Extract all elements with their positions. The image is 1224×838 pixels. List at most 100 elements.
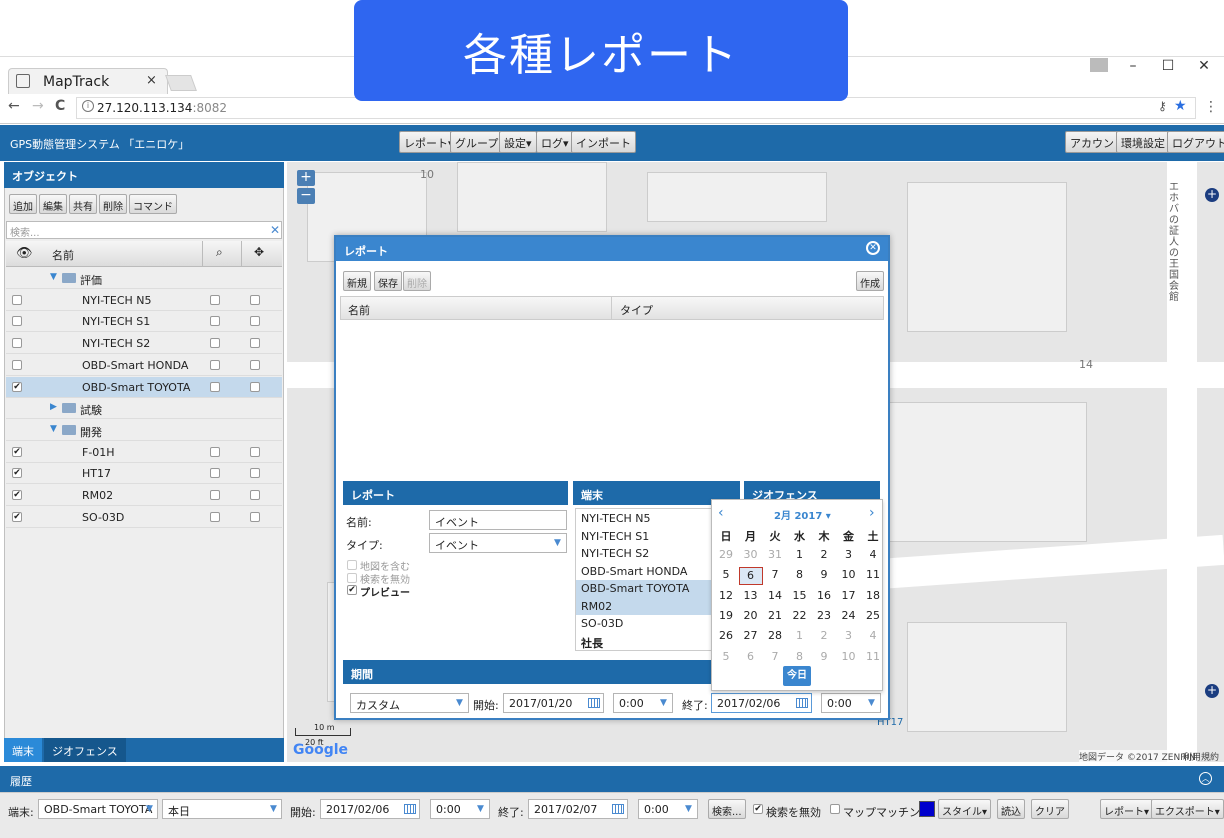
tree-item[interactable]: ✔ RM02	[6, 485, 282, 506]
calendar-day[interactable]: 4	[861, 628, 885, 646]
calendar-day[interactable]: 15	[788, 588, 812, 606]
tree-item[interactable]: ✔ F-01H	[6, 442, 282, 463]
calendar-day[interactable]: 22	[788, 608, 812, 626]
locate-checkbox[interactable]	[210, 511, 220, 522]
report-name-column[interactable]: 名前	[348, 302, 370, 318]
maximize-button[interactable]: ☐	[1158, 58, 1178, 74]
tree-folder[interactable]: ▶ 試験	[6, 398, 282, 420]
visibility-eye-icon[interactable]: 👁	[16, 246, 33, 261]
key-icon[interactable]: ⚷	[1158, 99, 1167, 113]
browser-tab[interactable]: MapTrack	[8, 68, 168, 94]
calendar-day[interactable]: 6	[738, 567, 763, 586]
visibility-checkbox[interactable]: ✔	[12, 381, 22, 392]
calendar-day[interactable]: 9	[812, 649, 836, 667]
new-tab-button[interactable]	[165, 75, 197, 91]
chevron-right-icon[interactable]: ▶	[50, 402, 57, 412]
calendar-icon[interactable]	[404, 804, 416, 814]
calendar-day[interactable]: 27	[739, 628, 763, 646]
edit-object-button[interactable]: 編集	[39, 194, 67, 214]
locate-search-icon[interactable]: ⌕	[216, 245, 223, 260]
forward-icon[interactable]: →	[32, 98, 44, 114]
tree-folder[interactable]: ▼ 評価	[6, 268, 282, 289]
calendar-icon[interactable]	[588, 698, 600, 708]
delete-object-button[interactable]: 削除	[99, 194, 127, 214]
tab-devices[interactable]: 端末	[4, 738, 42, 762]
tree-item[interactable]: ✔ OBD-Smart TOYOTA	[6, 376, 282, 398]
tab-close-icon[interactable]: ×	[146, 73, 157, 88]
new-report-button[interactable]: 新規	[343, 271, 371, 291]
tree-item[interactable]: OBD-Smart HONDA	[6, 355, 282, 376]
menu-import-button[interactable]: インポート	[571, 131, 636, 153]
today-button[interactable]: 今日	[783, 666, 811, 686]
history-search-button[interactable]: 検索...	[708, 799, 746, 819]
calendar-day[interactable]: 26	[714, 628, 738, 646]
map-terms-link[interactable]: 利用規約	[1183, 750, 1219, 762]
window-close-button[interactable]: ✕	[1194, 58, 1214, 74]
calendar-day[interactable]: 17	[837, 588, 861, 606]
visibility-checkbox[interactable]	[12, 294, 22, 305]
visibility-checkbox[interactable]	[12, 316, 22, 327]
menu-log-button[interactable]: ログ▾	[536, 131, 574, 153]
follow-checkbox[interactable]	[250, 338, 260, 349]
locate-checkbox[interactable]	[210, 468, 220, 479]
locate-checkbox[interactable]	[210, 446, 220, 457]
preview-checkbox[interactable]: ✔	[347, 585, 357, 595]
locate-checkbox[interactable]	[210, 294, 220, 305]
calendar-day[interactable]: 31	[763, 547, 787, 565]
menu-group-button[interactable]: グループ	[450, 131, 504, 153]
calendar-day[interactable]: 12	[714, 588, 738, 606]
calendar-day[interactable]: 10	[837, 567, 861, 585]
route-color-swatch[interactable]	[919, 801, 935, 817]
back-icon[interactable]: ←	[8, 98, 20, 114]
visibility-checkbox[interactable]: ✔	[12, 468, 22, 479]
visibility-checkbox[interactable]	[12, 338, 22, 349]
calendar-day[interactable]: 8	[788, 567, 812, 585]
locate-checkbox[interactable]	[210, 338, 220, 349]
menu-settings-button[interactable]: 設定▾	[499, 131, 537, 153]
calendar-day[interactable]: 19	[714, 608, 738, 626]
visibility-checkbox[interactable]: ✔	[12, 490, 22, 500]
calendar-day[interactable]: 20	[739, 608, 763, 626]
add-object-button[interactable]: 追加	[9, 194, 37, 214]
follow-checkbox[interactable]	[250, 468, 260, 479]
calendar-day[interactable]: 4	[861, 547, 885, 565]
calendar-day[interactable]: 11	[861, 649, 885, 667]
browser-menu-icon[interactable]: ⋮	[1204, 99, 1218, 115]
follow-checkbox[interactable]	[250, 294, 260, 305]
calendar-day[interactable]: 1	[788, 547, 812, 565]
follow-checkbox[interactable]	[250, 359, 260, 370]
calendar-day[interactable]: 3	[837, 547, 861, 565]
locate-checkbox[interactable]	[210, 359, 220, 370]
create-report-button[interactable]: 作成	[856, 271, 884, 291]
history-disable-search-checkbox[interactable]: ✔	[753, 804, 763, 814]
calendar-day[interactable]: 18	[861, 588, 885, 606]
follow-icon[interactable]: ✥	[254, 245, 264, 259]
tree-item[interactable]: NYI-TECH N5	[6, 290, 282, 311]
export-button[interactable]: エクスポート▾	[1151, 799, 1224, 819]
calendar-day[interactable]: 16	[812, 588, 836, 606]
calendar-day[interactable]: 5	[714, 649, 738, 667]
calendar-day[interactable]: 9	[812, 567, 836, 585]
chevron-down-icon[interactable]: ▼	[50, 272, 57, 282]
follow-checkbox[interactable]	[250, 490, 260, 500]
name-column-header[interactable]: 名前	[52, 247, 74, 263]
calendar-next-icon[interactable]: ›	[869, 505, 875, 521]
tree-folder[interactable]: ▼ 開発	[6, 420, 282, 441]
tree-item[interactable]: ✔ SO-03D	[6, 507, 282, 528]
search-clear-icon[interactable]: ✕	[270, 223, 280, 237]
load-button[interactable]: 読込	[997, 799, 1025, 819]
tree-item[interactable]: NYI-TECH S2	[6, 333, 282, 355]
follow-checkbox[interactable]	[250, 316, 260, 327]
calendar-day[interactable]: 3	[837, 628, 861, 646]
tab-geofences[interactable]: ジオフェンス	[44, 738, 126, 762]
map-marker-icon[interactable]: +	[1205, 188, 1219, 202]
tree-item[interactable]: ✔ HT17	[6, 463, 282, 485]
style-button[interactable]: スタイル▾	[938, 799, 992, 819]
calendar-day[interactable]: 11	[861, 567, 885, 585]
zoom-out-button[interactable]: −	[297, 188, 315, 204]
calendar-day[interactable]: 2	[812, 628, 836, 646]
locate-checkbox[interactable]	[210, 316, 220, 327]
history-report-button[interactable]: レポート▾	[1100, 799, 1154, 819]
calendar-prev-icon[interactable]: ‹	[718, 505, 724, 521]
calendar-icon[interactable]	[796, 698, 808, 708]
